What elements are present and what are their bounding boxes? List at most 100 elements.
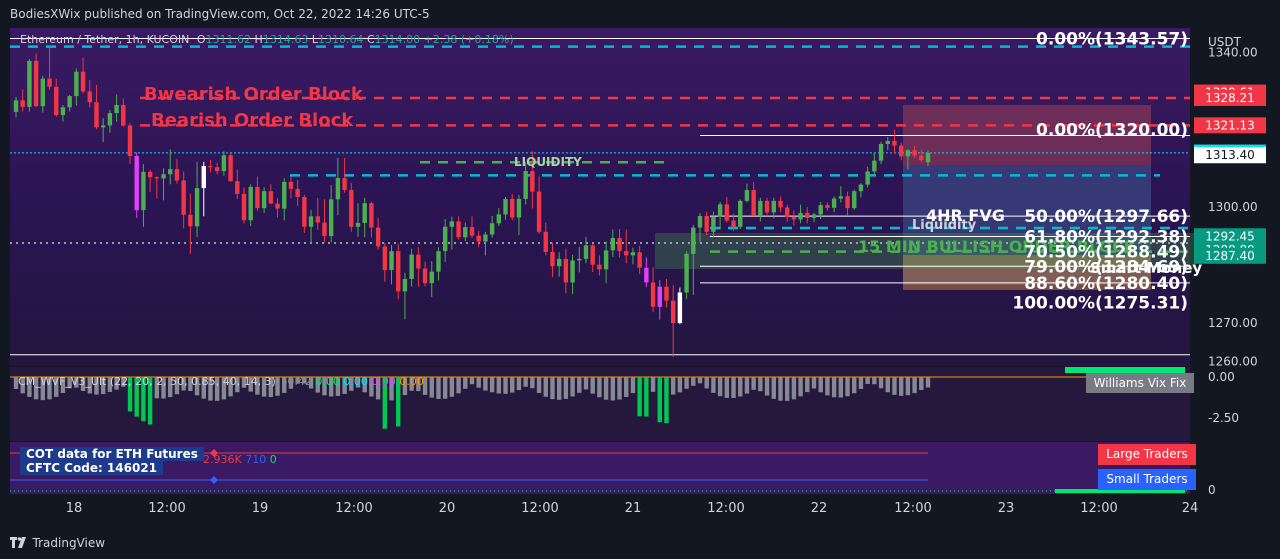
x-tick-1: 12:00 (148, 501, 185, 516)
candle-body (811, 214, 817, 218)
fib-label-2: 50.00%(1297.66) (1024, 207, 1188, 227)
candle-body (54, 86, 59, 116)
wvf-bar (637, 377, 642, 417)
candle-body (563, 258, 569, 283)
candle-body (550, 251, 555, 267)
candle-body (617, 237, 622, 252)
candle-body (610, 237, 616, 251)
wvf-bar (912, 377, 917, 394)
candle-body (677, 292, 683, 324)
price-tag-text-5: 1313.40 (1205, 148, 1255, 162)
chart-frame[interactable]: Bwearish Order Block Bearish Order Block L… (10, 28, 1270, 522)
candle-body (858, 184, 864, 192)
candle-body (60, 107, 66, 116)
wvf-bar (523, 377, 528, 387)
candle-body (912, 150, 917, 156)
legend-symbol[interactable]: Ethereum / Tether, 1h, KUCOIN (20, 33, 189, 46)
candle-body (704, 215, 709, 232)
wvf-bar (610, 377, 616, 401)
candle-body (147, 171, 153, 178)
candle-body (127, 125, 133, 157)
candle-body (342, 178, 347, 191)
candle-body (644, 267, 649, 283)
candle-body (724, 204, 730, 221)
legend-o-label: O (196, 33, 206, 46)
candle-body (919, 155, 924, 161)
candle-body (121, 104, 126, 126)
candle-body (168, 169, 173, 175)
x-tick-2: 19 (252, 501, 269, 516)
wvf-bar (717, 377, 723, 397)
candle-body (181, 180, 186, 215)
candle-body (852, 191, 857, 209)
wvf-bar (496, 377, 502, 394)
candle-body (637, 252, 642, 268)
x-tick-12: 24 (1182, 501, 1199, 516)
candle-body (194, 188, 200, 227)
wvf-bar (516, 377, 522, 391)
wvf-bar (469, 377, 475, 385)
candle-body (664, 286, 669, 301)
cot-values: 2.936K 710 0 (203, 453, 277, 466)
wvf-bar (583, 377, 589, 390)
candle-body (738, 200, 743, 227)
candle-body (543, 231, 548, 252)
wvf-value-0: -0.42 (283, 375, 312, 388)
candle-body (442, 226, 448, 252)
candle-body (409, 254, 414, 279)
legend-change: +2.38 (+0.18%) (423, 33, 514, 46)
tradingview-logo[interactable]: TradingView (10, 536, 105, 551)
candle-body (429, 271, 434, 284)
candle-body (892, 140, 897, 146)
candle-body (355, 222, 361, 227)
price-tag-text-2: 1321.13 (1205, 118, 1255, 132)
wvf-bar (818, 377, 823, 393)
wvf-bar (650, 377, 656, 392)
wvf-bar (489, 377, 495, 393)
candle-body (328, 199, 334, 237)
wvf-bar (644, 377, 649, 417)
x-tick-8: 22 (811, 501, 828, 516)
wvf-bar (704, 377, 709, 389)
candle-body (570, 260, 575, 283)
wvf-bar (590, 377, 595, 394)
y-tick-4: 1260.00 (1208, 355, 1258, 369)
candle-body (583, 245, 589, 259)
price-tag-text-8: 1287.40 (1205, 249, 1255, 263)
wvf-label[interactable]: CM_WVF_V3_Ult (22, 20, 2, 50, 0.85, 40, … (18, 375, 276, 388)
wvf-bar (556, 377, 562, 400)
candle-body (295, 188, 300, 197)
wvf-bar (919, 377, 924, 390)
wvf-bar (691, 377, 696, 386)
wvf-bar (805, 377, 810, 393)
candle-body (650, 282, 656, 307)
candle-body (134, 156, 139, 211)
wvf-bar (677, 377, 683, 393)
candle-body (114, 104, 119, 114)
candle-body (436, 251, 441, 272)
x-tick-3: 12:00 (335, 501, 372, 516)
wvf-bar (442, 377, 448, 399)
candle-body (865, 171, 870, 185)
wvf-bar (577, 377, 582, 393)
candle-body (758, 200, 763, 216)
candle-body (463, 227, 468, 238)
cot-code: CFTC Code: 146021 (20, 461, 164, 475)
cot-title[interactable]: COT data for ETH Futures (20, 447, 204, 461)
x-tick-9: 12:00 (894, 501, 931, 516)
candle-body (235, 181, 240, 194)
wvf-bar (684, 377, 689, 389)
candle-body (94, 102, 99, 128)
tradingview-wordmark: TradingView (32, 536, 106, 550)
candle-body (255, 186, 260, 209)
candle-body (248, 186, 253, 221)
fib-label-6: 88.60%(1280.40) (1024, 274, 1188, 294)
wvf-bar (563, 377, 569, 399)
candle-body (208, 166, 213, 168)
wvf-bar (476, 377, 481, 388)
candle-body (831, 198, 837, 208)
candle-body (489, 223, 495, 235)
candle-body (717, 204, 723, 217)
candle-body (731, 220, 736, 227)
liquidity-label: LIQUIDITY (514, 155, 582, 169)
